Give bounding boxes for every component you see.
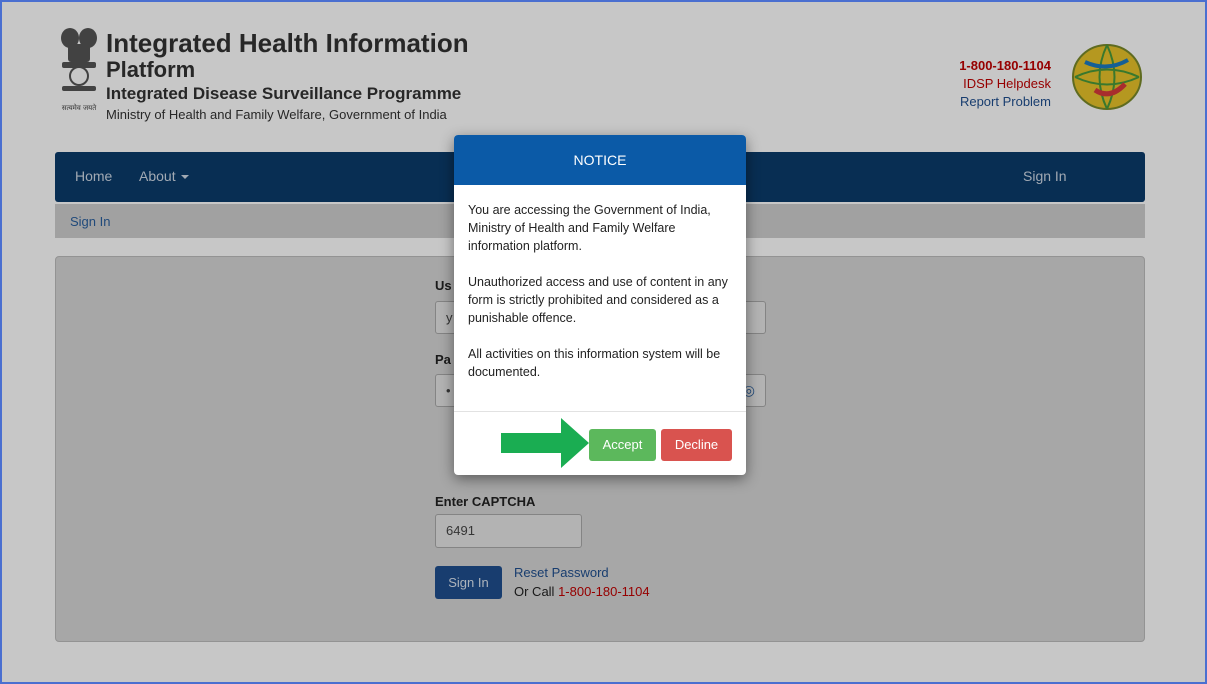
notice-modal: NOTICE You are accessing the Government … (454, 135, 746, 475)
notice-paragraph-3: All activities on this information syste… (468, 347, 721, 379)
annotation-arrow-icon (501, 418, 591, 468)
modal-footer: Accept Decline (454, 411, 746, 475)
modal-body: You are accessing the Government of Indi… (454, 185, 746, 409)
accept-button[interactable]: Accept (589, 429, 656, 461)
notice-paragraph-2: Unauthorized access and use of content i… (468, 275, 728, 325)
decline-button[interactable]: Decline (661, 429, 732, 461)
notice-paragraph-1: You are accessing the Government of Indi… (468, 203, 711, 253)
page-frame: सत्यमेव जयते Integrated Health Informati… (0, 0, 1207, 684)
modal-title: NOTICE (454, 135, 746, 185)
